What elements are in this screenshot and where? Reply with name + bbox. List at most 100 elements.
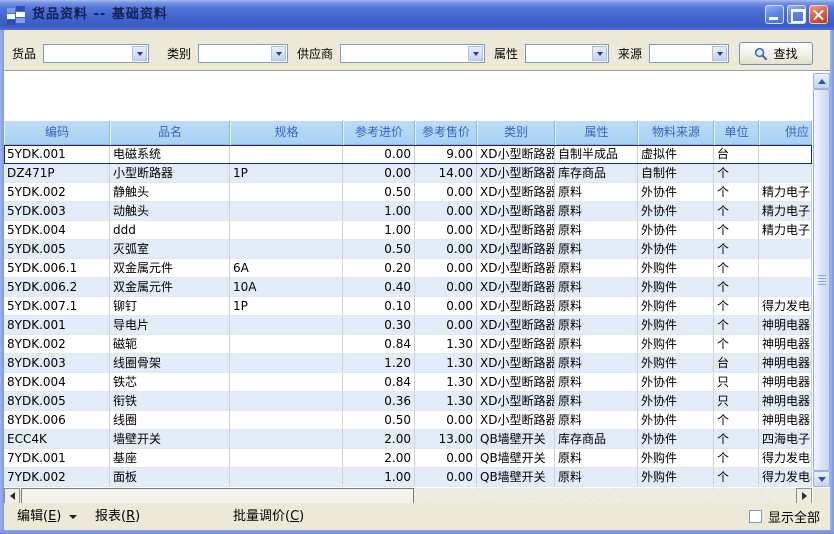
table-row[interactable]: ECC4K墙壁开关2.0013.00QB墙壁开关库存商品外协件个四海电子电器 — [4, 430, 812, 449]
table-row[interactable]: 5YDK.006.2双金属元件10A0.400.00XD小型断路器原料外购件个 — [4, 278, 812, 297]
menu-label: ) — [56, 503, 61, 530]
maximize-button[interactable] — [787, 5, 806, 24]
menu-label: ) — [135, 503, 140, 530]
table-cell: 0.10 — [343, 297, 415, 316]
table-cell: 原料 — [555, 278, 638, 297]
table-cell: 库存商品 — [555, 430, 638, 449]
show-all-checkbox[interactable]: 显示全部 — [749, 503, 820, 530]
table-cell: 得力发电器 — [759, 449, 812, 468]
table-cell: DZ471P — [4, 164, 110, 183]
table-cell: 原料 — [555, 202, 638, 221]
table-cell: 神明电器 — [759, 354, 812, 373]
table-cell: 5YDK.004 — [4, 221, 110, 240]
table-cell — [230, 335, 343, 354]
filter-label-source: 来源 — [618, 45, 642, 62]
table-cell: 外协件 — [638, 373, 714, 392]
chevron-down-icon[interactable] — [271, 46, 286, 61]
column-header[interactable]: 供应 — [759, 121, 812, 145]
vertical-scrollbar[interactable] — [813, 73, 830, 487]
table-row[interactable]: 7YDK.001基座2.000.00QB墙壁开关原料外购件个得力发电器 — [4, 449, 812, 468]
table-cell: 只 — [714, 373, 759, 392]
table-cell: 0.00 — [343, 145, 415, 164]
table-row[interactable]: 5YDK.001电磁系统0.009.00XD小型断路器自制半成品虚拟件台 — [4, 145, 812, 164]
table-cell: 1.00 — [343, 468, 415, 487]
chevron-down-icon[interactable] — [468, 46, 483, 61]
table-cell: 个 — [714, 430, 759, 449]
chevron-down-icon[interactable] — [132, 46, 147, 61]
source-dropdown[interactable] — [649, 44, 729, 63]
table-cell: 外协件 — [638, 202, 714, 221]
table-cell: 外协件 — [638, 240, 714, 259]
table-row[interactable]: 8YDK.002磁轭0.841.30XD小型断路器原料外购件个神明电器 — [4, 335, 812, 354]
table-row[interactable]: 8YDK.003线圈骨架1.201.30XD小型断路器原料外购件台神明电器 — [4, 354, 812, 373]
checkbox-icon[interactable] — [749, 510, 762, 523]
table-cell: 外购件 — [638, 354, 714, 373]
report-menu-button[interactable]: 报表(R) — [95, 503, 140, 530]
chevron-down-icon[interactable] — [592, 46, 607, 61]
table-cell: 0.00 — [415, 221, 477, 240]
column-header[interactable]: 属性 — [555, 121, 638, 145]
table-row[interactable]: 7YDK.002面板1.000.00QB墙壁开关原料外购件个得力发电器 — [4, 468, 812, 487]
table-row[interactable]: 5YDK.006.1双金属元件6A0.200.00XD小型断路器原料外购件个 — [4, 259, 812, 278]
column-header[interactable]: 物料来源 — [638, 121, 714, 145]
batch-price-button[interactable]: 批量调价(C) — [233, 503, 304, 530]
table-row[interactable]: 5YDK.003动触头1.000.00XD小型断路器原料外协件个精力电子 — [4, 202, 812, 221]
table-cell: 库存商品 — [555, 164, 638, 183]
table-cell: 基座 — [110, 449, 230, 468]
table-cell: XD小型断路器 — [477, 145, 555, 164]
table-cell: 外协件 — [638, 221, 714, 240]
table-cell: 1.30 — [415, 335, 477, 354]
table-cell: 0.00 — [415, 468, 477, 487]
show-all-label: 显示全部 — [768, 507, 820, 526]
column-header[interactable]: 规格 — [230, 121, 343, 145]
supplier-dropdown[interactable] — [340, 44, 485, 63]
table-cell: 只 — [714, 392, 759, 411]
table-cell: 个 — [714, 240, 759, 259]
table-row[interactable]: DZ471P小型断路器1P0.0014.00XD小型断路器库存商品自制件个 — [4, 164, 812, 183]
horizontal-scrollbar[interactable] — [4, 488, 812, 504]
table-cell: 5YDK.002 — [4, 183, 110, 202]
menu-label: 编辑( — [17, 503, 48, 530]
horizontal-scroll-thumb[interactable] — [21, 488, 414, 504]
scroll-up-button[interactable] — [813, 73, 830, 89]
scroll-down-button[interactable] — [813, 471, 830, 487]
table-row[interactable]: 8YDK.006线圈0.500.00XD小型断路器原料外协件个神明电器 — [4, 411, 812, 430]
column-header[interactable]: 单位 — [714, 121, 759, 145]
table-row[interactable]: 8YDK.004铁芯0.841.30XD小型断路器原料外协件只神明电器 — [4, 373, 812, 392]
vertical-scroll-thumb[interactable] — [813, 89, 830, 471]
table-row[interactable]: 5YDK.005灭弧室0.500.00XD小型断路器原料外协件个 — [4, 240, 812, 259]
category-dropdown[interactable] — [198, 44, 288, 63]
table-cell: XD小型断路器 — [477, 164, 555, 183]
column-header[interactable]: 品名 — [110, 121, 230, 145]
column-header[interactable]: 参考进价 — [343, 121, 415, 145]
table-row[interactable]: 8YDK.001导电片0.300.00XD小型断路器原料外购件个神明电器 — [4, 316, 812, 335]
column-header[interactable]: 类别 — [477, 121, 555, 145]
table-cell: 原料 — [555, 259, 638, 278]
scroll-left-button[interactable] — [4, 488, 20, 504]
column-header[interactable]: 编码 — [4, 121, 110, 145]
minimize-button[interactable] — [765, 5, 784, 24]
table-cell: 个 — [714, 183, 759, 202]
table-row[interactable]: 5YDK.004ddd1.000.00XD小型断路器原料外协件个精力电子 — [4, 221, 812, 240]
attribute-dropdown[interactable] — [525, 44, 609, 63]
table-cell: 精力电子 — [759, 202, 812, 221]
table-cell — [230, 145, 343, 164]
goods-dropdown[interactable] — [43, 44, 149, 63]
title-bar[interactable]: 货品资料 -- 基础资料 — [0, 0, 834, 30]
table-row[interactable]: 5YDK.007.1铆钉1P0.100.00XD小型断路器原料外购件个得力发电器 — [4, 297, 812, 316]
table-cell: 8YDK.006 — [4, 411, 110, 430]
table-cell: 5YDK.005 — [4, 240, 110, 259]
close-button[interactable] — [809, 5, 828, 24]
table-cell: 神明电器 — [759, 316, 812, 335]
edit-menu-button[interactable]: 编辑(E) — [17, 503, 77, 530]
table-cell: XD小型断路器 — [477, 392, 555, 411]
scroll-right-button[interactable] — [796, 488, 812, 504]
table-row[interactable]: 8YDK.005衔铁0.361.30XD小型断路器原料外协件只神明电器 — [4, 392, 812, 411]
search-button[interactable]: 查找 — [739, 42, 813, 65]
table-cell: 个 — [714, 411, 759, 430]
table-row[interactable]: 5YDK.002静触头0.500.00XD小型断路器原料外协件个精力电子 — [4, 183, 812, 202]
chevron-down-icon[interactable] — [712, 46, 727, 61]
column-header[interactable]: 参考售价 — [415, 121, 477, 145]
table-cell: XD小型断路器 — [477, 335, 555, 354]
table-cell: 台 — [714, 145, 759, 164]
